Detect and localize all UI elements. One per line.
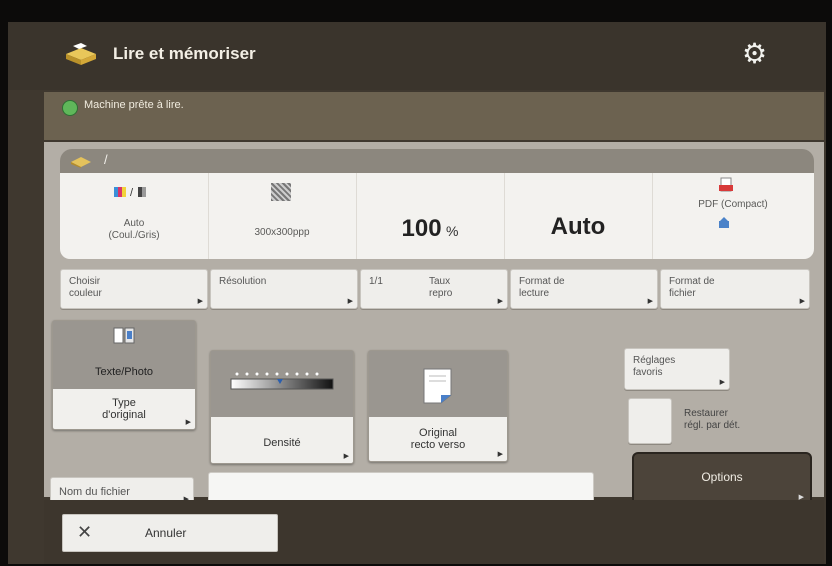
bottom-bar: ✕ Annuler [44, 500, 824, 564]
original-type-button[interactable]: Texte/Photo Type d'original ▶ [52, 320, 196, 430]
density-slider-icon [230, 372, 334, 390]
zoom-ratio-button[interactable]: 1/1 Taux repro ▶ [360, 269, 508, 309]
zoom-value: 100 [401, 215, 442, 242]
file-upload-icon [719, 217, 729, 228]
scan-icon [71, 157, 91, 168]
cancel-button[interactable]: ✕ Annuler [62, 514, 278, 552]
original-type-value: Texte/Photo [94, 366, 154, 378]
chevron-right-icon: ▶ [497, 451, 503, 458]
restore-defaults-label: Restaurer régl. par dét. [684, 408, 741, 431]
chevron-right-icon: ▶ [647, 298, 653, 305]
color-mode-line1: Auto [123, 218, 145, 229]
chevron-right-icon: ▶ [197, 298, 203, 305]
status-bar: Machine prête à lire. [44, 92, 824, 140]
page-title: Lire et mémoriser [113, 44, 256, 63]
color-mode-icon: / [114, 187, 146, 199]
restore-defaults-button[interactable] [628, 398, 672, 444]
summary-color-mode: / Auto (Coul./Gris) [60, 173, 209, 259]
scan-and-store-icon [66, 43, 96, 65]
resolution-value: 300x300ppp [254, 227, 310, 238]
chevron-right-icon: ▶ [185, 419, 191, 426]
resolution-icon [271, 183, 291, 201]
file-format-button[interactable]: Format de fichier ▶ [660, 269, 810, 309]
title-bar: Lire et mémoriser ⚙ [8, 22, 826, 90]
settings-panel: / / Auto (Coul./Gris) 300x300ppp 100 % A… [44, 142, 824, 507]
device-screen: Lire et mémoriser ⚙ Machine prête à lire… [8, 22, 826, 564]
resolution-button[interactable]: Résolution ▶ [210, 269, 358, 309]
pdf-file-icon [719, 177, 733, 192]
summary-file-format: PDF (Compact) [652, 173, 814, 259]
summary-scan-size: Auto [504, 173, 653, 259]
settings-summary: / Auto (Coul./Gris) 300x300ppp 100 % Aut… [60, 173, 814, 259]
zoom-ratio: 1/1 [369, 276, 383, 287]
zoom-unit: % [446, 223, 459, 239]
duplex-original-button[interactable]: Original recto verso ▶ [368, 350, 508, 462]
chevron-right-icon: ▶ [799, 298, 805, 305]
file-format-value: PDF (Compact) [698, 199, 768, 210]
summary-resolution: 300x300ppp [208, 173, 357, 259]
settings-header: / [60, 149, 814, 173]
settings-separator: / [104, 152, 108, 167]
chevron-right-icon: ▶ [497, 298, 503, 305]
color-mode-line2: (Coul./Gris) [108, 230, 160, 241]
text-photo-icon [113, 327, 135, 344]
chevron-right-icon: ▶ [719, 379, 725, 386]
close-icon: ✕ [77, 522, 93, 542]
scan-size-button[interactable]: Format de lecture ▶ [510, 269, 658, 309]
duplex-document-icon [423, 368, 452, 404]
svg-text:/: / [130, 187, 134, 199]
chevron-right-icon: ▶ [343, 453, 349, 460]
chevron-right-icon: ▶ [347, 298, 353, 305]
status-ok-icon [62, 100, 78, 116]
summary-zoom: 100 % [356, 173, 505, 259]
favorite-settings-button[interactable]: Réglages favoris ▶ [624, 348, 730, 390]
options-button[interactable]: Options ▶ [632, 452, 812, 506]
choose-color-button[interactable]: Choisir couleur ▶ [60, 269, 208, 309]
density-button[interactable]: Densité ▶ [210, 350, 354, 464]
status-message: Machine prête à lire. [84, 99, 184, 111]
scan-size-value: Auto [550, 213, 606, 240]
gear-icon[interactable]: ⚙ [742, 40, 767, 68]
